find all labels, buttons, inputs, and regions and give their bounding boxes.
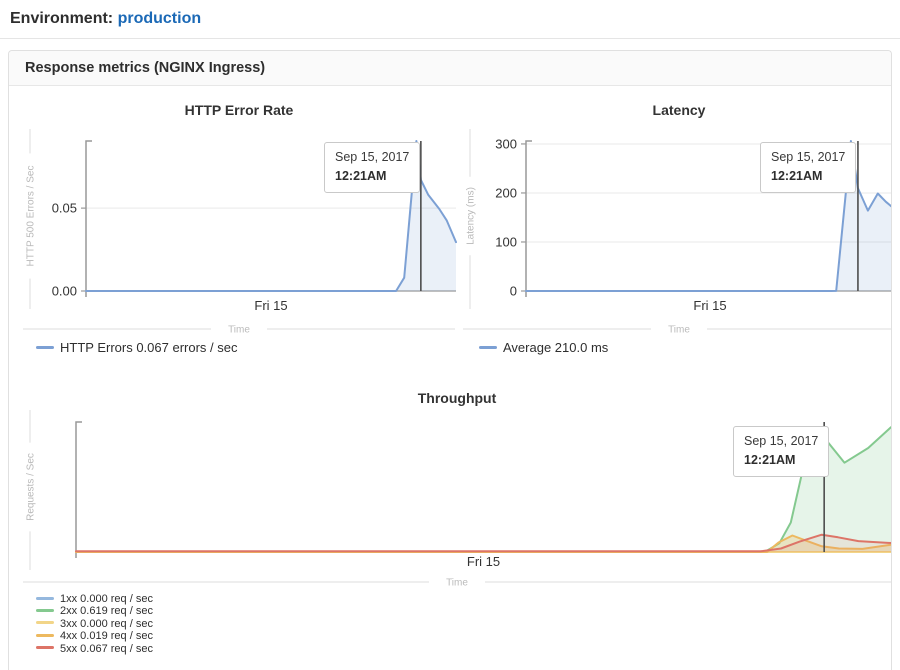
legend-swatch-icon xyxy=(36,609,54,612)
environment-label: Environment: xyxy=(10,10,113,27)
http-error-rate-legend: HTTP Errors 0.067 errors / sec xyxy=(36,340,457,356)
tooltip-time: 12:21AM xyxy=(335,167,409,186)
svg-text:Time: Time xyxy=(228,325,250,336)
legend-label: 1xx 0.000 req / sec xyxy=(60,593,153,605)
legend-item: HTTP Errors 0.067 errors / sec xyxy=(36,340,457,356)
response-metrics-panel: Response metrics (NGINX Ingress) HTTP Er… xyxy=(8,50,892,670)
legend-swatch-icon xyxy=(36,621,54,624)
legend-swatch-icon xyxy=(36,597,54,600)
svg-text:0.00: 0.00 xyxy=(52,284,77,299)
svg-text:0.05: 0.05 xyxy=(52,201,77,216)
environment-link[interactable]: production xyxy=(118,10,202,27)
legend-item: 2xx 0.619 req / sec xyxy=(36,605,892,617)
svg-text:Time: Time xyxy=(446,578,468,589)
svg-text:Time: Time xyxy=(668,325,690,336)
svg-text:Fri 15: Fri 15 xyxy=(254,298,287,313)
legend-label: 4xx 0.019 req / sec xyxy=(60,630,153,642)
svg-text:Requests / Sec: Requests / Sec xyxy=(26,453,37,521)
legend-item: 4xx 0.019 req / sec xyxy=(36,630,892,642)
header-divider xyxy=(0,38,900,39)
throughput-tooltip: Sep 15, 2017 12:21AM xyxy=(733,426,829,477)
legend-item: 1xx 0.000 req / sec xyxy=(36,593,892,605)
legend-item: 3xx 0.000 req / sec xyxy=(36,618,892,630)
http-error-rate-plot: HTTP 500 Errors / SecTime0.000.05Fri 15 … xyxy=(21,121,457,336)
svg-text:Latency (ms): Latency (ms) xyxy=(466,187,477,245)
latency-title: Latency xyxy=(461,102,892,118)
tooltip-time: 12:21AM xyxy=(744,451,818,470)
legend-label: 2xx 0.619 req / sec xyxy=(60,605,153,617)
legend-label: 3xx 0.000 req / sec xyxy=(60,618,153,630)
environment-header: Environment: production xyxy=(0,0,900,28)
tooltip-date: Sep 15, 2017 xyxy=(335,148,409,167)
svg-text:Fri 15: Fri 15 xyxy=(467,554,500,569)
legend-label: HTTP Errors 0.067 errors / sec xyxy=(60,340,237,355)
latency-tooltip: Sep 15, 2017 12:21AM xyxy=(760,142,856,193)
latency-block: Latency Latency (ms) Time 0 100 200 300 Fri 15… xyxy=(461,94,892,356)
panel-body: HTTP Error Rate HTTP 500 Errors / Sec Tim… xyxy=(9,86,891,655)
legend-swatch-icon xyxy=(36,646,54,649)
throughput-legend: 1xx 0.000 req / sec 2xx 0.619 req / sec … xyxy=(36,593,892,655)
latency-legend: Average 210.0 ms xyxy=(479,340,892,356)
tooltip-date: Sep 15, 2017 xyxy=(744,432,818,451)
tooltip-date: Sep 15, 2017 xyxy=(771,148,845,167)
http-error-rate-tooltip: Sep 15, 2017 12:21AM xyxy=(324,142,420,193)
legend-swatch-icon xyxy=(36,634,54,637)
throughput-plot: Requests / Sec Time Fri 15 Sep 15, 2017 12… xyxy=(21,409,892,591)
svg-text:Fri 15: Fri 15 xyxy=(693,298,726,313)
legend-label: 5xx 0.067 req / sec xyxy=(60,643,153,655)
throughput-title: Throughput xyxy=(21,390,892,406)
tooltip-time: 12:21AM xyxy=(771,167,845,186)
http-error-rate-block: HTTP Error Rate HTTP 500 Errors / Sec Tim… xyxy=(21,94,457,356)
charts-row: HTTP Error Rate HTTP 500 Errors / Sec Tim… xyxy=(21,94,879,356)
legend-label: Average 210.0 ms xyxy=(503,340,608,355)
legend-item: 5xx 0.067 req / sec xyxy=(36,643,892,655)
svg-text:300: 300 xyxy=(495,136,517,151)
throughput-block: Throughput Requests / Sec Time Fri 15 Sep … xyxy=(21,390,892,655)
svg-text:HTTP 500 Errors / Sec: HTTP 500 Errors / Sec xyxy=(26,166,37,267)
legend-swatch-icon xyxy=(36,346,54,349)
http-error-rate-title: HTTP Error Rate xyxy=(21,102,457,118)
legend-item: Average 210.0 ms xyxy=(479,340,892,356)
panel-title: Response metrics (NGINX Ingress) xyxy=(9,51,891,86)
svg-text:200: 200 xyxy=(495,185,517,200)
latency-plot: Latency (ms) Time 0 100 200 300 Fri 15 Sep 15,… xyxy=(461,121,892,336)
svg-text:0: 0 xyxy=(510,284,517,299)
legend-swatch-icon xyxy=(479,346,497,349)
svg-text:100: 100 xyxy=(495,234,517,249)
